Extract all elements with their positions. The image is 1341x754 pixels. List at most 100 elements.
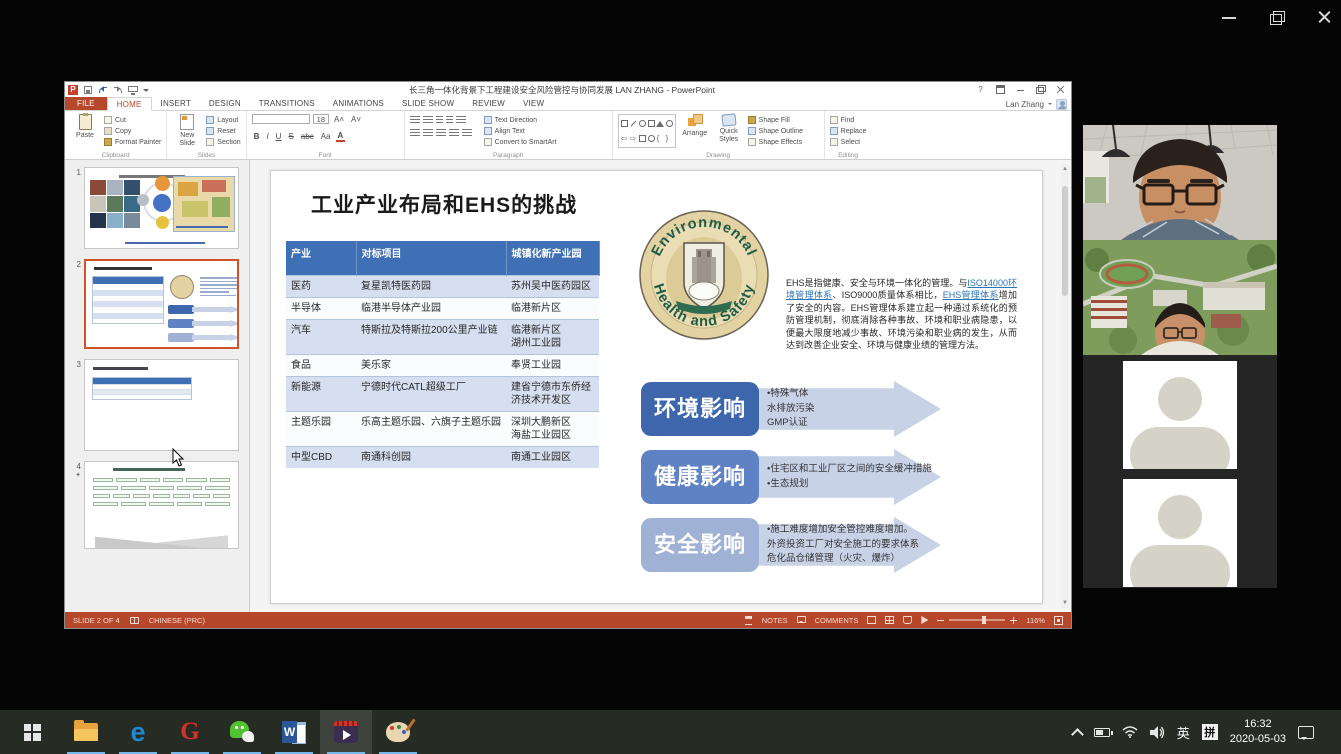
reset-button[interactable]: Reset: [206, 127, 240, 135]
zoom-slider-knob[interactable]: [982, 616, 986, 624]
align-text-button[interactable]: Align Text: [484, 127, 557, 135]
normal-view-icon[interactable]: [867, 616, 876, 624]
italic-button[interactable]: I: [264, 132, 270, 141]
select-button[interactable]: Select: [830, 138, 867, 146]
shape-effects-button[interactable]: Shape Effects: [748, 138, 803, 146]
new-slide-button[interactable]: New Slide: [172, 114, 202, 150]
help-icon[interactable]: ?: [975, 84, 986, 95]
arrange-button[interactable]: Arrange: [680, 114, 710, 150]
webcam-feed-2[interactable]: [1083, 240, 1277, 355]
ribbon-tab-insert[interactable]: INSERT: [152, 97, 200, 110]
ribbon-tab-review[interactable]: REVIEW: [463, 97, 514, 110]
ime-pinyin-indicator[interactable]: 拼: [1202, 724, 1218, 740]
notes-toggle[interactable]: NOTES: [762, 616, 788, 625]
language-indicator[interactable]: CHINESE (PRC): [149, 616, 205, 625]
section-button[interactable]: Section: [206, 138, 240, 146]
find-button[interactable]: Find: [830, 116, 867, 124]
shape-outline-button[interactable]: Shape Outline: [748, 127, 803, 135]
wifi-icon[interactable]: [1122, 726, 1138, 738]
format-painter-button[interactable]: Format Painter: [104, 138, 161, 146]
spellcheck-icon[interactable]: [130, 616, 139, 625]
participant-placeholder-2[interactable]: [1123, 479, 1237, 587]
taskbar-edge[interactable]: e: [112, 710, 164, 754]
scrollbar-thumb[interactable]: [1062, 186, 1068, 296]
taskbar-word[interactable]: W: [268, 710, 320, 754]
ehs-hyperlink[interactable]: EHS管理体系: [943, 290, 999, 300]
grow-font-icon[interactable]: A˄: [332, 115, 346, 124]
ribbon-tab-file[interactable]: FILE: [65, 97, 107, 110]
impact-label[interactable]: 健康影响: [641, 450, 759, 504]
ribbon-tab-design[interactable]: DESIGN: [200, 97, 250, 110]
zoom-slider[interactable]: [949, 619, 1005, 621]
taskbar-wechat[interactable]: [216, 710, 268, 754]
slide-thumbnail-4[interactable]: 4 ✦: [71, 461, 239, 549]
strikethrough-button[interactable]: S: [286, 132, 295, 141]
font-name-box[interactable]: [252, 114, 310, 124]
comments-toggle[interactable]: COMMENTS: [815, 616, 859, 625]
underline-button[interactable]: U: [274, 132, 284, 141]
close-icon[interactable]: [1315, 8, 1335, 26]
industry-table[interactable]: 产业对标项目城镇化新产业园 医药复星凯特医药园苏州吴中医药园区半导体临港半导体产…: [286, 241, 600, 468]
battery-icon[interactable]: [1094, 728, 1110, 737]
ribbon-tab-home[interactable]: HOME: [107, 97, 152, 111]
clear-format-icon[interactable]: abc: [299, 132, 316, 141]
redo-icon[interactable]: [113, 85, 123, 95]
ribbon-tab-view[interactable]: VIEW: [514, 97, 553, 110]
font-color-button[interactable]: A: [336, 131, 346, 142]
columns-icon[interactable]: [462, 129, 472, 137]
start-slideshow-icon[interactable]: [128, 85, 138, 95]
slide-thumbnail-1[interactable]: 1: [71, 167, 239, 249]
tray-expand-icon[interactable]: [1071, 728, 1084, 741]
smartart-button[interactable]: Convert to SmartArt: [484, 138, 557, 146]
shrink-font-icon[interactable]: A˅: [349, 115, 363, 124]
align-right-icon[interactable]: [436, 129, 446, 137]
slideshow-view-icon[interactable]: [921, 616, 928, 624]
taskbar-g-app[interactable]: G: [164, 710, 216, 754]
ribbon-display-icon[interactable]: [995, 84, 1006, 95]
minimize-icon[interactable]: [1219, 8, 1239, 26]
indent-decrease-icon[interactable]: [436, 116, 443, 124]
impact-label[interactable]: 环境影响: [641, 382, 759, 436]
account-chip[interactable]: Lan Zhang: [1006, 97, 1067, 111]
cut-button[interactable]: Cut: [104, 116, 161, 124]
volume-icon[interactable]: [1150, 726, 1165, 739]
save-icon[interactable]: [83, 85, 93, 95]
paste-button[interactable]: Paste: [70, 114, 100, 150]
quick-styles-button[interactable]: Quick Styles: [714, 114, 744, 150]
slide-canvas[interactable]: 工业产业布局和EHS的挑战 产业对标项目城镇化新产业园 医药复星凯特医药园苏州吴…: [270, 170, 1043, 604]
webcam-feed-1[interactable]: [1083, 125, 1277, 240]
scroll-up-icon[interactable]: ▲: [1062, 166, 1068, 172]
participant-placeholder-1[interactable]: [1123, 361, 1237, 469]
font-size-box[interactable]: 18: [313, 114, 329, 124]
layout-button[interactable]: Layout: [206, 116, 240, 124]
zoom-out-icon[interactable]: [937, 620, 944, 621]
action-center-icon[interactable]: [1298, 726, 1314, 739]
clock[interactable]: 16:32 2020-05-03: [1230, 717, 1286, 747]
fit-to-window-icon[interactable]: [1054, 616, 1063, 625]
bullets-icon[interactable]: [410, 116, 420, 124]
zoom-level[interactable]: 116%: [1026, 616, 1045, 625]
shape-gallery[interactable]: ⇦ ⇨ { }: [618, 114, 676, 148]
zoom-in-icon[interactable]: [1010, 617, 1017, 624]
align-center-icon[interactable]: [423, 129, 433, 137]
scroll-down-icon[interactable]: ▼: [1062, 600, 1068, 606]
impact-label[interactable]: 安全影响: [641, 518, 759, 572]
undo-icon[interactable]: [98, 85, 108, 95]
slide-sorter-view-icon[interactable]: [885, 616, 894, 624]
ppt-close-icon[interactable]: [1055, 84, 1066, 95]
case-button[interactable]: Aa: [319, 132, 333, 141]
ppt-minimize-icon[interactable]: [1015, 84, 1026, 95]
line-spacing-icon[interactable]: [456, 116, 466, 124]
copy-button[interactable]: Copy: [104, 127, 161, 135]
taskbar-file-explorer[interactable]: [60, 710, 112, 754]
ribbon-tab-transitions[interactable]: TRANSITIONS: [250, 97, 324, 110]
taskbar-paint[interactable]: [372, 710, 424, 754]
restore-icon[interactable]: [1267, 8, 1287, 26]
ime-language-indicator[interactable]: 英: [1177, 723, 1190, 742]
slide-thumbnail-2[interactable]: 2: [71, 259, 239, 349]
taskbar-video-app[interactable]: [320, 710, 372, 754]
qat-dropdown-icon[interactable]: [143, 85, 149, 95]
numbering-icon[interactable]: [423, 116, 433, 124]
shape-fill-button[interactable]: Shape Fill: [748, 116, 803, 124]
align-left-icon[interactable]: [410, 129, 420, 137]
